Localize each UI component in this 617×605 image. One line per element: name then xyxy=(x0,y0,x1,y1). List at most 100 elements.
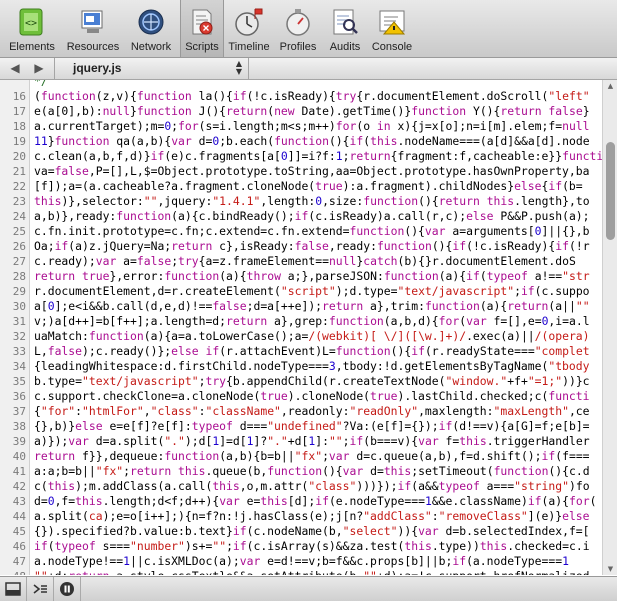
code-line[interactable]: 36 c.support.checkClone=a.cloneNode(true)… xyxy=(0,389,602,404)
code-line[interactable]: 42 c(this);m.addClass(a.call(this,o,m.att… xyxy=(0,479,602,494)
line-number[interactable]: 37 xyxy=(0,404,26,419)
code-line[interactable]: 20 c.clean(a,b,f,d)}if(e)c.fragments[a[0]… xyxy=(0,149,602,164)
line-number[interactable]: 29 xyxy=(0,284,26,299)
line-number[interactable]: 39 xyxy=(0,434,26,449)
line-number[interactable]: 38 xyxy=(0,419,26,434)
code-line[interactable]: 29 r.documentElement,d=r.createElement("s… xyxy=(0,284,602,299)
code-line[interactable]: 44 a.split(ca);e=o[i++];){n=f?n:!j.hasCla… xyxy=(0,509,602,524)
code-line[interactable]: 24 a,b)},ready:function(a){c.bindReady();… xyxy=(0,209,602,224)
line-number[interactable]: 23 xyxy=(0,194,26,209)
code-line[interactable]: 46 if(typeof s==="number")s+="";if(c.isAr… xyxy=(0,539,602,554)
file-select[interactable]: jquery.js ▲ ▼ xyxy=(54,58,249,79)
code-line[interactable]: 16 (function(z,v){function la(){if(!c.isR… xyxy=(0,89,602,104)
line-number[interactable]: 34 xyxy=(0,359,26,374)
line-number[interactable]: 27 xyxy=(0,254,26,269)
code-text: Oa;if(a)z.jQuery=Na;return c},isReady:fa… xyxy=(34,239,590,253)
line-number[interactable]: 33 xyxy=(0,344,26,359)
line-number[interactable]: 47 xyxy=(0,554,26,569)
tab-label: Timeline xyxy=(228,41,270,53)
line-number[interactable]: 40 xyxy=(0,449,26,464)
scripts-icon xyxy=(192,9,213,35)
network-icon xyxy=(138,9,164,35)
tab-scripts[interactable]: Scripts xyxy=(180,0,224,57)
line-number[interactable]: 36 xyxy=(0,389,26,404)
tab-network[interactable]: Network xyxy=(122,0,180,57)
console-tab-icon xyxy=(379,10,406,35)
tab-profiles[interactable]: Profiles xyxy=(274,0,322,57)
line-number[interactable]: 19 xyxy=(0,134,26,149)
scroll-thumb[interactable] xyxy=(606,142,615,240)
code-line[interactable]: 43 d=0,f=this.length;d<f;d++){var e=this[… xyxy=(0,494,602,509)
code-line[interactable]: 22 [f]);a=(a.cacheable?a.fragment.cloneNo… xyxy=(0,179,602,194)
line-number[interactable]: 35 xyxy=(0,374,26,389)
line-number[interactable]: 22 xyxy=(0,179,26,194)
source-view[interactable]: */ 16 (function(z,v){function la(){if(!c.i… xyxy=(0,80,602,575)
line-number[interactable]: 26 xyxy=(0,239,26,254)
code-line[interactable]: 28 return true},error:function(a){throw a… xyxy=(0,269,602,284)
line-number[interactable]: 42 xyxy=(0,479,26,494)
code-text: L,false);c.ready()};else if(r.attachEven… xyxy=(34,344,590,358)
scroll-up-icon[interactable]: ▲ xyxy=(603,80,617,92)
code-line[interactable]: 39 a)});var d=a.split(".");d[1]=d[1]?"."+… xyxy=(0,434,602,449)
code-text: a[0];e<i&&b.call(d,e,d)!==false;d=a[++e]… xyxy=(34,299,590,313)
code-line[interactable]: 37 {"for":"htmlFor","class":"className",r… xyxy=(0,404,602,419)
scroll-down-icon[interactable]: ▼ xyxy=(603,563,617,575)
code-line[interactable]: 35 b.type="text/javascript";try{b.appendC… xyxy=(0,374,602,389)
code-line[interactable]: 19 11}function qa(a,b){var d=0;b.each(fun… xyxy=(0,134,602,149)
line-number[interactable]: 28 xyxy=(0,269,26,284)
code-text: {leadingWhitespace:d.firstChild.nodeType… xyxy=(34,359,590,373)
code-line[interactable]: 45 {}).specified?b.value:b.text}if(c.node… xyxy=(0,524,602,539)
line-number[interactable]: 43 xyxy=(0,494,26,509)
code-line[interactable]: 48 ""+d;return a.style.cssText}e&&a.setAt… xyxy=(0,569,602,575)
dock-button[interactable] xyxy=(0,577,27,601)
code-text: c.fn.init.prototype=c.fn;c.extend=c.fn.e… xyxy=(34,224,590,238)
tab-audits[interactable]: Audits xyxy=(322,0,368,57)
code-line[interactable]: 47 a.nodeType!==1||c.isXMLDoc(a);var e=d!… xyxy=(0,554,602,569)
code-line[interactable]: 21 va=false,P=[],L,$=Object.prototype.toS… xyxy=(0,164,602,179)
forward-button[interactable]: ▶ xyxy=(28,58,50,79)
code-line[interactable]: 23 this)},selector:"",jquery:"1.4.1",leng… xyxy=(0,194,602,209)
line-number[interactable]: 30 xyxy=(0,299,26,314)
code-line[interactable]: 33 L,false);c.ready()};else if(r.attachEv… xyxy=(0,344,602,359)
line-number[interactable]: 45 xyxy=(0,524,26,539)
line-number[interactable]: 24 xyxy=(0,209,26,224)
code-line[interactable]: 30 a[0];e<i&&b.call(d,e,d)!==false;d=a[++… xyxy=(0,299,602,314)
code-line[interactable]: 18 a.currentTarget);m=0;for(s=i.length;m<… xyxy=(0,119,602,134)
line-number[interactable]: 41 xyxy=(0,464,26,479)
code-line[interactable]: 34 {leadingWhitespace:d.firstChild.nodeTy… xyxy=(0,359,602,374)
code-text: va=false,P=[],L,$=Object.prototype.toStr… xyxy=(34,164,590,178)
line-number[interactable]: 44 xyxy=(0,509,26,524)
code-line[interactable]: 40 return f}},dequeue:function(a,b){b=b||… xyxy=(0,449,602,464)
line-number[interactable]: 31 xyxy=(0,314,26,329)
code-line[interactable]: 26 Oa;if(a)z.jQuery=Na;return c},isReady:… xyxy=(0,239,602,254)
code-line[interactable]: 27 c.ready);var a=false;try{a=z.frameElem… xyxy=(0,254,602,269)
line-number[interactable]: 17 xyxy=(0,104,26,119)
vertical-scrollbar[interactable]: ▲ ▼ xyxy=(602,80,617,575)
line-number[interactable]: 16 xyxy=(0,89,26,104)
line-number[interactable]: 48 xyxy=(0,569,26,575)
code-line[interactable]: 31 v;)a[d++]=b[f++];a.length=d;return a},… xyxy=(0,314,602,329)
code-line[interactable]: 17 e(a[0],b):null}function J(){return(new… xyxy=(0,104,602,119)
back-button[interactable]: ◀ xyxy=(4,58,26,79)
main-toolbar: <> Elements Resources Network Scripts Ti… xyxy=(0,0,617,58)
tab-timeline[interactable]: Timeline xyxy=(224,0,274,57)
line-number[interactable]: 18 xyxy=(0,119,26,134)
tab-console[interactable]: Console xyxy=(368,0,416,57)
code-line[interactable]: 41 a:a;b=b||"fx";return this.queue(b,func… xyxy=(0,464,602,479)
tab-resources[interactable]: Resources xyxy=(64,0,122,57)
code-line[interactable]: 25 c.fn.init.prototype=c.fn;c.extend=c.fn… xyxy=(0,224,602,239)
line-number[interactable]: 21 xyxy=(0,164,26,179)
code-line[interactable]: 32 uaMatch:function(a){a=a.toLowerCase();… xyxy=(0,329,602,344)
code-text: if(typeof s==="number")s+="";if(c.isArra… xyxy=(34,539,590,553)
console-button[interactable] xyxy=(27,577,54,601)
line-number[interactable]: 20 xyxy=(0,149,26,164)
forward-icon: ▶ xyxy=(34,61,44,75)
line-number[interactable]: 25 xyxy=(0,224,26,239)
line-number[interactable]: 46 xyxy=(0,539,26,554)
tab-elements[interactable]: <> Elements xyxy=(0,0,64,57)
tab-label: Profiles xyxy=(279,41,317,53)
code-line[interactable]: */ xyxy=(0,80,602,89)
pause-button[interactable] xyxy=(54,577,81,601)
line-number[interactable]: 32 xyxy=(0,329,26,344)
code-line[interactable]: 38 {},b)}else e=e[f]?e[f]:typeof d==="und… xyxy=(0,419,602,434)
